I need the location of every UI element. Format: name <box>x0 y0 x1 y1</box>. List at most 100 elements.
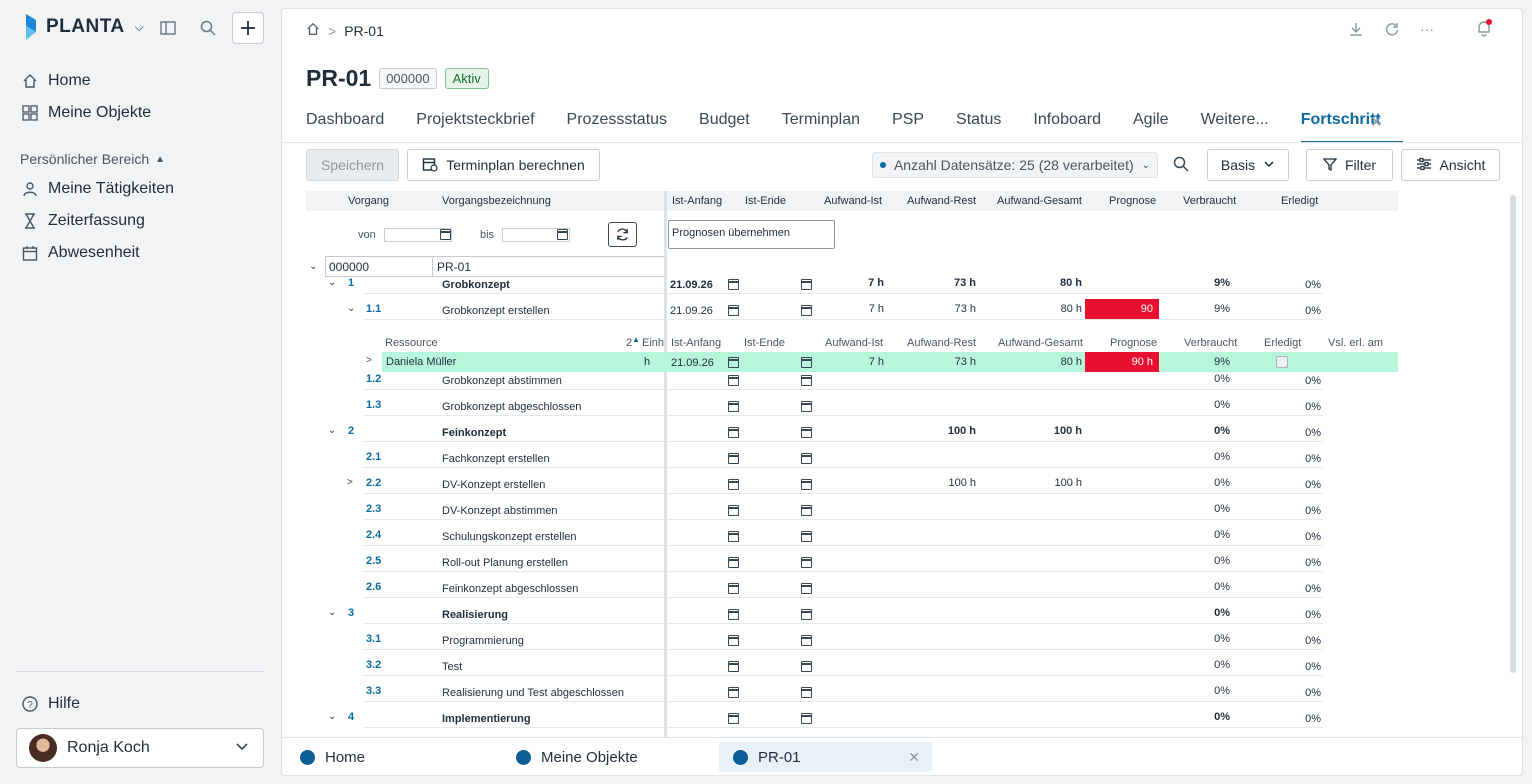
calendar-icon[interactable] <box>801 479 812 490</box>
calendar-icon[interactable] <box>728 661 739 672</box>
tab-psp[interactable]: PSP <box>892 111 924 143</box>
calendar-icon[interactable] <box>728 687 739 698</box>
sidebar-item-meine-objekte[interactable]: Meine Objekte <box>22 104 151 122</box>
download-icon[interactable] <box>1348 21 1364 42</box>
subheader-ressource[interactable]: Ressource <box>385 337 438 349</box>
chevron-down-icon[interactable]: ⌄ <box>328 607 336 618</box>
aufwand-rest[interactable]: 100 h <box>926 477 976 489</box>
planta-logo[interactable]: PLANTA ⌵ <box>22 14 144 40</box>
project-name-cell[interactable]: PR-01 <box>432 256 664 277</box>
subheader-aufwand-gesamt[interactable]: Aufwand-Gesamt <box>998 337 1083 349</box>
filter-button[interactable]: Filter <box>1306 149 1393 181</box>
basis-dropdown[interactable]: Basis <box>1207 149 1289 181</box>
ist-anfang[interactable]: 21.09.26 <box>670 305 713 317</box>
aufwand-gesamt[interactable]: 80 h <box>1032 303 1082 315</box>
aufwand-rest[interactable]: 73 h <box>926 277 976 289</box>
activity-number[interactable]: 2.6 <box>366 581 381 593</box>
activity-name[interactable]: DV-Konzept erstellen <box>442 479 545 491</box>
tab-agile[interactable]: Agile <box>1133 111 1169 143</box>
records-dropdown[interactable]: Anzahl Datensätze: 25 (28 verarbeitet) ⌄ <box>872 152 1158 178</box>
erledigt[interactable]: 0% <box>1286 635 1321 647</box>
activity-number[interactable]: 1.1 <box>366 303 381 315</box>
subheader-ist-anfang[interactable]: Ist-Anfang <box>671 337 721 349</box>
calendar-icon[interactable] <box>728 609 739 620</box>
search-icon[interactable] <box>198 18 218 38</box>
activity-name[interactable]: Implementierung <box>442 713 531 725</box>
calendar-icon[interactable] <box>728 505 739 516</box>
subheader-einh[interactable]: Einh <box>642 337 664 349</box>
erledigt[interactable]: 0% <box>1286 279 1321 291</box>
view-button[interactable]: Ansicht <box>1401 149 1500 181</box>
activity-number[interactable]: 3.1 <box>366 633 381 645</box>
calendar-icon[interactable] <box>728 635 739 646</box>
erledigt[interactable]: 0% <box>1286 375 1321 387</box>
calendar-icon[interactable] <box>801 305 812 316</box>
activity-name[interactable]: Grobkonzept abgeschlossen <box>442 401 581 413</box>
tab-weitere[interactable]: Weitere... <box>1201 111 1269 143</box>
erledigt[interactable]: 0% <box>1286 401 1321 413</box>
calendar-icon[interactable] <box>801 661 812 672</box>
sidebar-item-abwesenheit[interactable]: Abwesenheit <box>22 244 140 262</box>
add-button[interactable] <box>232 12 264 44</box>
aufwand-rest[interactable]: 73 h <box>926 303 976 315</box>
bottom-tab-pr-01[interactable]: PR-01 ✕ <box>719 742 932 772</box>
user-menu[interactable]: Ronja Koch <box>16 728 264 768</box>
activity-name[interactable]: Grobkonzept <box>442 279 510 291</box>
tab-projektsteckbrief[interactable]: Projektsteckbrief <box>416 111 534 143</box>
header-ist-ende[interactable]: Ist-Ende <box>745 195 786 207</box>
sidebar-item-meine-taetigkeiten[interactable]: Meine Tätigkeiten <box>22 180 174 198</box>
erledigt[interactable]: 0% <box>1286 531 1321 543</box>
activity-name[interactable]: Grobkonzept abstimmen <box>442 375 562 387</box>
calendar-icon[interactable] <box>728 357 739 368</box>
activity-name[interactable]: Feinkonzept abgeschlossen <box>442 583 578 595</box>
prognose-cell[interactable]: 90 <box>1085 299 1159 319</box>
activity-number[interactable]: 2.3 <box>366 503 381 515</box>
tab-dashboard[interactable]: Dashboard <box>306 111 384 143</box>
refresh-icon[interactable] <box>1384 21 1400 42</box>
erledigt[interactable]: 0% <box>1286 557 1321 569</box>
subheader-aufwand-rest[interactable]: Aufwand-Rest <box>907 337 976 349</box>
calc-schedule-button[interactable]: Terminplan berechnen <box>407 149 600 181</box>
tab-fortschritt[interactable]: Fortschritt <box>1300 111 1403 143</box>
activity-name[interactable]: Roll-out Planung erstellen <box>442 557 568 569</box>
chevron-down-icon[interactable]: ⌄ <box>328 711 336 722</box>
sidebar-toggle-icon[interactable] <box>158 19 178 37</box>
subheader-aufwand-ist[interactable]: Aufwand-Ist <box>825 337 883 349</box>
search-icon[interactable] <box>1173 156 1189 177</box>
chevron-down-icon[interactable]: ⌄ <box>347 303 355 314</box>
apply-forecast-button[interactable]: Prognosen übernehmen <box>668 220 835 249</box>
aufwand-gesamt[interactable]: 80 h <box>1032 277 1082 289</box>
subheader-prognose[interactable]: Prognose <box>1110 337 1157 349</box>
calendar-icon[interactable] <box>801 427 812 438</box>
activity-number[interactable]: 2 <box>348 425 354 437</box>
erledigt[interactable]: 0% <box>1286 427 1321 439</box>
activity-name[interactable]: DV-Konzept abstimmen <box>442 505 558 517</box>
subheader-erledigt[interactable]: Erledigt <box>1264 337 1301 349</box>
calendar-icon[interactable] <box>801 375 812 386</box>
calendar-icon[interactable] <box>801 557 812 568</box>
tab-prozessstatus[interactable]: Prozessstatus <box>567 111 667 143</box>
subheader-verbraucht[interactable]: Verbraucht <box>1184 337 1237 349</box>
calendar-icon[interactable] <box>728 453 739 464</box>
apply-filter-button[interactable] <box>608 222 637 247</box>
activity-number[interactable]: 2.2 <box>366 477 381 489</box>
erledigt[interactable]: 0% <box>1286 453 1321 465</box>
calendar-icon[interactable] <box>728 279 739 290</box>
calendar-icon[interactable] <box>801 635 812 646</box>
close-icon[interactable]: ✕ <box>908 749 920 766</box>
aufwand-ist[interactable]: 7 h <box>846 277 884 289</box>
activity-number[interactable]: 2.4 <box>366 529 381 541</box>
header-vorgang[interactable]: Vorgang <box>348 195 389 207</box>
chevron-down-icon[interactable]: ⌄ <box>309 261 317 272</box>
sort-asc-icon[interactable]: ▲ <box>632 335 640 344</box>
chevron-right-icon[interactable]: > <box>366 355 372 366</box>
calendar-icon[interactable] <box>728 375 739 386</box>
notification-bell-icon[interactable] <box>1476 19 1492 42</box>
calendar-icon[interactable] <box>728 305 739 316</box>
sidebar-item-home[interactable]: Home <box>22 72 91 90</box>
activity-number[interactable]: 3.3 <box>366 685 381 697</box>
chevron-down-icon[interactable]: ⌄ <box>328 425 336 436</box>
header-erledigt[interactable]: Erledigt <box>1281 195 1318 207</box>
activity-number[interactable]: 4 <box>348 711 354 723</box>
activity-number[interactable]: 2.5 <box>366 555 381 567</box>
